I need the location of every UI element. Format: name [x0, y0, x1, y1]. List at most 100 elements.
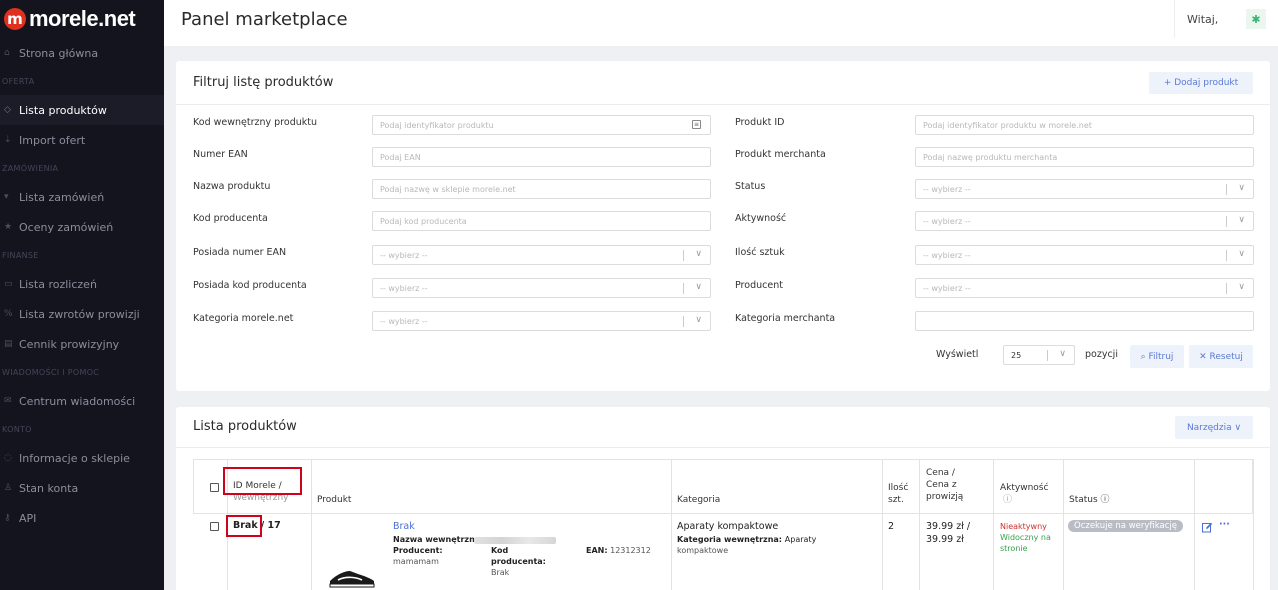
sidebar-item-lista-rozliczeń[interactable]: ▭ Lista rozliczeń: [0, 269, 164, 299]
select-separator: [683, 250, 684, 261]
ean-value: 12312312: [610, 546, 651, 555]
sidebar-item-label: Oceny zamówień: [19, 220, 114, 234]
kategoria-morele-net-select[interactable]: -- wybierz -- ∨: [372, 311, 711, 331]
input-placeholder: Podaj kod producenta: [380, 216, 467, 226]
select-separator: [1226, 184, 1227, 195]
table-icon: ▤: [4, 339, 13, 349]
list-title: Lista produktów: [193, 419, 297, 434]
header-qty[interactable]: Ilość szt.: [888, 482, 908, 506]
header-status[interactable]: Status ⓘ: [1069, 494, 1110, 506]
info-icon[interactable]: ⓘ: [1000, 494, 1048, 506]
select-all-checkbox[interactable]: [210, 483, 219, 492]
producer-value: mamamam: [393, 557, 439, 566]
upload-icon: ⇣: [4, 135, 12, 145]
add-product-button[interactable]: + Dodaj produkt: [1149, 72, 1253, 94]
sidebar-item-label: Informacje o sklepie: [19, 451, 130, 465]
filter-label: Nazwa produktu: [193, 181, 271, 192]
sidebar-item-label: Import ofert: [19, 133, 86, 147]
id-card-icon[interactable]: ≡: [692, 120, 701, 129]
produkt-id-input[interactable]: Podaj identyfikator produktu w morele.ne…: [915, 115, 1254, 135]
header-price-line3: prowizją: [926, 492, 964, 502]
select-separator: [683, 316, 684, 327]
sidebar-item-strona-główna[interactable]: ⌂ Strona główna: [0, 38, 164, 68]
chevron-down-icon: ∨: [1059, 349, 1066, 359]
header-price-line2: Cena z: [926, 480, 957, 490]
select-value: -- wybierz --: [923, 283, 971, 293]
sidebar-item-lista-produktów[interactable]: ◇ Lista produktów: [0, 95, 164, 125]
divider: [176, 447, 1270, 448]
column-divider: [993, 459, 994, 590]
column-divider: [1253, 459, 1254, 590]
ilość-sztuk-select[interactable]: -- wybierz -- ∨: [915, 245, 1254, 265]
select-value: -- wybierz --: [923, 184, 971, 194]
posiada-kod-producenta-select[interactable]: -- wybierz -- ∨: [372, 278, 711, 298]
column-divider: [919, 459, 920, 590]
select-separator: [1226, 216, 1227, 227]
input-placeholder: Podaj identyfikator produktu: [380, 120, 494, 130]
kod-producenta-input[interactable]: Podaj kod producenta: [372, 211, 711, 231]
merchant-category-value-2: kompaktowe: [677, 546, 729, 555]
nav-section-heading: WIADOMOŚCI I POMOC: [2, 368, 100, 377]
input-placeholder: Podaj nazwę produktu merchanta: [923, 152, 1058, 162]
mail-icon: ✉: [4, 396, 12, 406]
user-greeting: Witaj,: [1187, 12, 1219, 26]
kod-wewnętrzny-produktu-input[interactable]: Podaj identyfikator produktu ≡: [372, 115, 711, 135]
filter-title: Filtruj listę produktów: [193, 75, 334, 90]
select-value: -- wybierz --: [380, 316, 428, 326]
edit-icon[interactable]: [1202, 522, 1213, 533]
header-category[interactable]: Kategoria: [677, 494, 720, 506]
user-menu[interactable]: Witaj, ✱: [1174, 0, 1278, 38]
product-name-link[interactable]: Brak: [393, 521, 415, 533]
aktywność-select[interactable]: -- wybierz -- ∨: [915, 211, 1254, 231]
id-internal: / 17: [260, 520, 281, 531]
nazwa-produktu-input[interactable]: Podaj nazwę w sklepie morele.net: [372, 179, 711, 199]
sidebar-item-lista-zamówień[interactable]: ▾ Lista zamówień: [0, 182, 164, 212]
activity-visible-2: stronie: [1000, 544, 1028, 553]
row-checkbox[interactable]: [210, 522, 219, 531]
header-activity[interactable]: Aktywność ⓘ: [1000, 482, 1048, 506]
row-divider: [193, 513, 1253, 514]
filter-button[interactable]: ⌕ Filtruj: [1130, 345, 1184, 368]
sidebar-item-api[interactable]: ⚷ API: [0, 503, 164, 533]
reset-button[interactable]: ✕ Resetuj: [1189, 345, 1253, 368]
filter-label: Produkt merchanta: [735, 149, 826, 160]
header-activity-label: Aktywność: [1000, 483, 1049, 493]
select-separator: [1226, 283, 1227, 294]
filter-label: Posiada numer EAN: [193, 247, 287, 258]
sidebar-item-import-ofert[interactable]: ⇣ Import ofert: [0, 125, 164, 155]
produkt-merchanta-input[interactable]: Podaj nazwę produktu merchanta: [915, 147, 1254, 167]
page-size-select[interactable]: 25 ∨: [1003, 345, 1075, 365]
header-product[interactable]: Produkt: [317, 494, 351, 506]
key-icon: ⚷: [4, 513, 11, 523]
posiada-numer-ean-select[interactable]: -- wybierz -- ∨: [372, 245, 711, 265]
kategoria-merchanta-input[interactable]: [915, 311, 1254, 331]
producent-select[interactable]: -- wybierz -- ∨: [915, 278, 1254, 298]
merchant-category-label: Kategoria wewnętrzna:: [677, 535, 782, 544]
product-thumbnail[interactable]: [328, 565, 376, 589]
filter-label: Kod producenta: [193, 213, 268, 224]
more-icon[interactable]: ···: [1219, 519, 1230, 531]
numer-ean-input[interactable]: Podaj EAN: [372, 147, 711, 167]
sidebar-item-lista-zwrotów-prowizji[interactable]: % Lista zwrotów prowizji: [0, 299, 164, 329]
sidebar-item-cennik-prowizyjny[interactable]: ▤ Cennik prowizyjny: [0, 329, 164, 359]
tools-button[interactable]: Narzędzia ∨: [1175, 416, 1253, 439]
header-price[interactable]: Cena / Cena z prowizją: [926, 467, 963, 503]
sidebar-item-label: Stan konta: [19, 481, 79, 495]
chevron-down-icon: ∨: [695, 282, 702, 292]
price-value: 39.99 zł /: [926, 521, 971, 532]
logo[interactable]: m morele.net: [0, 0, 164, 38]
sidebar-item-stan-konta[interactable]: ♙ Stan konta: [0, 473, 164, 503]
sidebar-item-centrum-wiadomości[interactable]: ✉ Centrum wiadomości: [0, 386, 164, 416]
cart-icon: ▾: [4, 192, 9, 202]
divider: [176, 104, 1270, 105]
sidebar-item-label: Strona główna: [19, 46, 99, 60]
select-value: -- wybierz --: [380, 250, 428, 260]
sparkle-icon[interactable]: ✱: [1246, 9, 1266, 29]
product-list-card: Lista produktów Narzędzia ∨ ID Morele / …: [176, 407, 1270, 590]
status-select[interactable]: -- wybierz -- ∨: [915, 179, 1254, 199]
input-placeholder: Podaj nazwę w sklepie morele.net: [380, 184, 516, 194]
sidebar-item-oceny-zamówień[interactable]: ★ Oceny zamówień: [0, 212, 164, 242]
home-icon: ⌂: [4, 48, 10, 58]
chevron-down-icon: ∨: [1238, 215, 1245, 225]
sidebar-item-informacje-o-sklepie[interactable]: ◌ Informacje o sklepie: [0, 443, 164, 473]
